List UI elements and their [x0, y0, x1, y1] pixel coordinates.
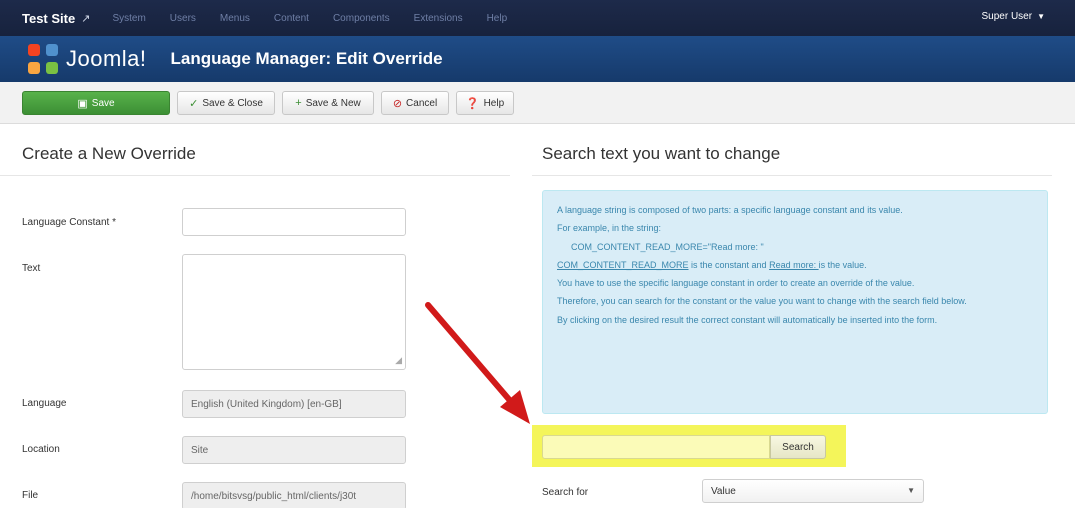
save-icon: ▣ [77, 97, 88, 110]
file-label: File [22, 490, 39, 501]
question-icon: ❓ [465, 97, 480, 110]
page-title: Language Manager: Edit Override [170, 49, 443, 68]
constant-link: COM_CONTENT_READ_MORE [557, 259, 689, 270]
info-line: For example, in the string: [557, 223, 662, 234]
text-textarea[interactable]: ◢ [182, 254, 406, 370]
info-line: COM_CONTENT_READ_MORE is the constant an… [557, 259, 867, 270]
cancel-button[interactable]: ⊘ Cancel [381, 91, 449, 115]
user-name: Super User [981, 11, 1033, 22]
save-button[interactable]: ▣ Save [22, 91, 170, 115]
divider [0, 175, 510, 176]
search-input[interactable] [542, 435, 770, 459]
page-header: Joomla! Language Manager: Edit Override [0, 36, 1075, 82]
file-field: /home/bitsvsg/public_html/clients/j30t [182, 482, 406, 508]
value-link: Read more: [769, 259, 819, 270]
caret-down-icon: ▼ [1037, 12, 1045, 21]
create-override-heading: Create a New Override [22, 144, 196, 163]
plus-icon: + [295, 97, 302, 109]
info-line: A language string is composed of two par… [557, 205, 903, 215]
language-label: Language [22, 398, 67, 409]
admin-menu: System Users Menus Content Components Ex… [112, 13, 531, 24]
site-name-link[interactable]: Test Site [22, 11, 75, 26]
search-for-value: Value [711, 485, 736, 497]
menu-components[interactable]: Components [333, 13, 390, 24]
top-navbar: Test Site ↗ System Users Menus Content C… [0, 0, 1075, 36]
user-menu[interactable]: Super User ▼ [982, 11, 1046, 22]
menu-users[interactable]: Users [170, 13, 196, 24]
logo-text: Joomla! [66, 46, 147, 71]
help-button[interactable]: ❓ Help [456, 91, 514, 115]
search-button[interactable]: Search [770, 435, 826, 459]
joomla-logo-icon [28, 44, 58, 74]
save-new-button[interactable]: + Save & New [282, 91, 374, 115]
joomla-logo: Joomla! [28, 44, 147, 74]
menu-extensions[interactable]: Extensions [414, 13, 463, 24]
language-constant-input[interactable] [182, 208, 406, 236]
location-field: Site [182, 436, 406, 464]
info-line: By clicking on the desired result the co… [557, 314, 938, 325]
save-new-label: Save & New [305, 97, 361, 109]
divider [532, 175, 1052, 176]
check-icon: ✓ [189, 97, 199, 110]
info-example: COM_CONTENT_READ_MORE="Read more: " [571, 241, 764, 252]
chevron-down-icon: ▼ [907, 486, 915, 495]
location-label: Location [22, 444, 60, 455]
language-constant-label: Language Constant * [22, 217, 116, 228]
menu-content[interactable]: Content [274, 13, 309, 24]
menu-help[interactable]: Help [487, 13, 508, 24]
cancel-label: Cancel [406, 97, 438, 109]
save-close-label: Save & Close [202, 97, 263, 109]
info-alert: A language string is composed of two par… [542, 190, 1048, 414]
resize-handle-icon[interactable]: ◢ [395, 355, 402, 366]
external-link-icon[interactable]: ↗ [81, 12, 90, 25]
search-text-heading: Search text you want to change [542, 144, 781, 163]
search-for-label: Search for [542, 487, 589, 498]
save-label: Save [91, 97, 115, 109]
help-label: Help [483, 97, 505, 109]
info-line: Therefore, you can search for the consta… [557, 296, 967, 307]
menu-system[interactable]: System [112, 13, 145, 24]
info-line: You have to use the specific language co… [557, 278, 915, 289]
save-close-button[interactable]: ✓ Save & Close [177, 91, 275, 115]
cancel-icon: ⊘ [392, 97, 403, 110]
language-field: English (United Kingdom) [en-GB] [182, 390, 406, 418]
toolbar: ▣ Save ✓ Save & Close + Save & New ⊘ Can… [0, 82, 1075, 124]
menu-menus[interactable]: Menus [220, 13, 250, 24]
text-label: Text [22, 263, 41, 274]
search-for-select[interactable]: Value ▼ [702, 479, 924, 503]
